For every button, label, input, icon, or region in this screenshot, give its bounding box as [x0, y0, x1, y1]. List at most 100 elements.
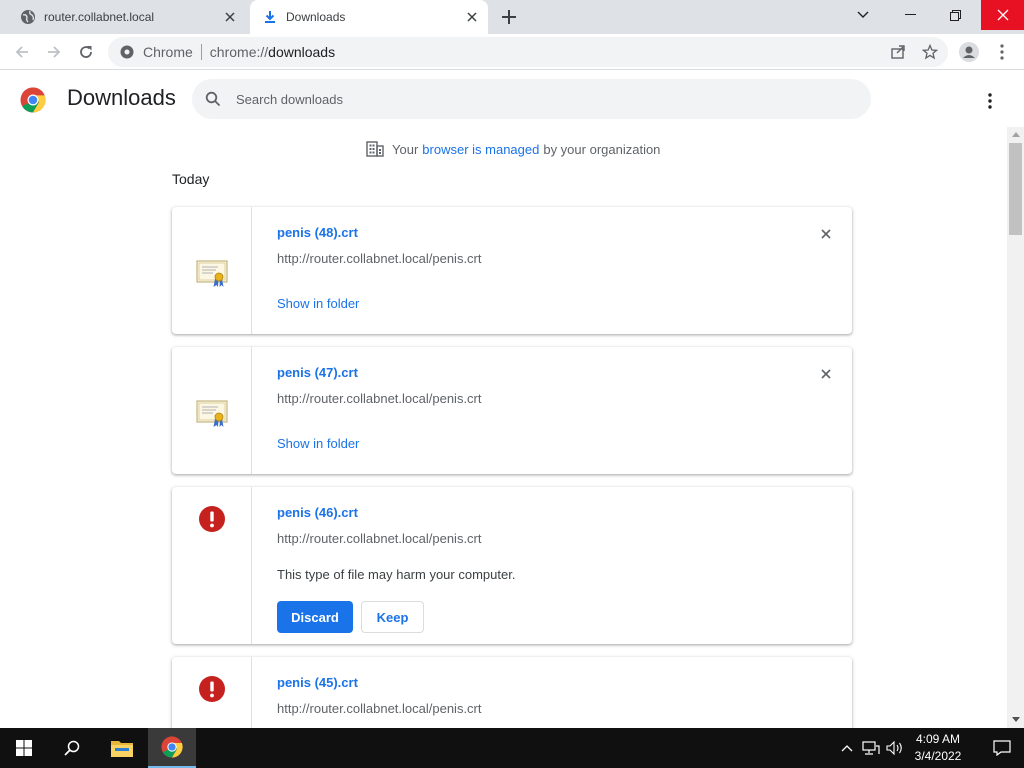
download-item: penis (47).crt http://router.collabnet.l… [172, 347, 852, 474]
network-button[interactable] [860, 728, 882, 768]
download-item-dangerous: penis (46).crt http://router.collabnet.l… [172, 487, 852, 644]
profile-button[interactable] [957, 40, 981, 64]
share-button[interactable] [887, 40, 909, 64]
close-tab-icon[interactable] [220, 7, 240, 27]
scrollbar[interactable] [1007, 127, 1024, 728]
new-tab-button[interactable] [497, 5, 521, 29]
show-in-folder-link[interactable]: Show in folder [277, 296, 359, 311]
clock-time: 4:09 AM [915, 732, 961, 746]
discard-button[interactable]: Discard [277, 601, 353, 633]
scroll-thumb[interactable] [1009, 143, 1022, 235]
arrow-left-icon [15, 46, 28, 58]
network-icon [862, 741, 880, 755]
chrome-page-icon [119, 44, 135, 60]
chrome-menu-button[interactable] [990, 40, 1014, 64]
arrow-right-icon [48, 46, 61, 58]
bookmark-button[interactable] [919, 40, 941, 64]
file-name-link[interactable]: penis (48).crt [277, 225, 358, 240]
reload-icon [80, 46, 92, 58]
chevron-down-icon [857, 11, 869, 18]
download-icon [262, 9, 278, 25]
more-vert-icon [988, 93, 992, 109]
minimize-button[interactable] [893, 0, 927, 30]
show-in-folder-link[interactable]: Show in folder [277, 436, 359, 451]
minimize-icon [904, 14, 916, 15]
chrome-taskbar-button[interactable] [148, 728, 196, 768]
downloads-header: Downloads [0, 71, 1024, 127]
certificate-file-icon [196, 260, 227, 287]
close-icon [821, 229, 831, 239]
keep-button[interactable]: Keep [361, 601, 424, 633]
tab-title: router.collabnet.local [44, 10, 155, 24]
warning-icon [198, 506, 225, 532]
windows-taskbar: 4:09 AM 3/4/2022 [0, 728, 1024, 768]
close-icon [997, 9, 1008, 21]
file-name-link[interactable]: penis (45).crt [277, 675, 358, 690]
file-explorer-button[interactable] [98, 728, 146, 768]
volume-button[interactable] [884, 728, 906, 768]
managed-suffix: by your organization [543, 141, 661, 157]
speaker-icon [886, 741, 902, 755]
managed-link[interactable]: browser is managed [422, 142, 539, 157]
building-icon [366, 140, 384, 158]
file-url: http://router.collabnet.local/penis.crt [277, 251, 482, 266]
file-name-link[interactable]: penis (47).crt [277, 365, 358, 380]
date-header: Today [172, 171, 210, 187]
globe-icon [20, 9, 36, 25]
search-icon [204, 90, 222, 108]
url-text: chrome://downloads [209, 44, 336, 60]
file-name-link[interactable]: penis (46).crt [277, 505, 358, 520]
tab-strip: router.collabnet.local Downloads [0, 0, 1024, 34]
chrome-logo-icon [20, 87, 46, 113]
managed-prefix: Your [392, 141, 419, 157]
reload-button[interactable] [74, 40, 98, 64]
start-button[interactable] [0, 728, 48, 768]
page-title: Downloads [67, 85, 176, 110]
avatar-icon [959, 42, 979, 62]
windows-logo-icon [16, 740, 32, 756]
warning-icon [198, 676, 225, 702]
close-window-button[interactable] [981, 0, 1024, 30]
notification-icon [993, 740, 1011, 756]
tab-downloads[interactable]: Downloads [250, 0, 488, 34]
certificate-file-icon [196, 400, 227, 427]
show-hidden-icons-button[interactable] [838, 728, 856, 768]
scroll-down-arrow[interactable] [1007, 712, 1024, 726]
close-tab-icon[interactable] [462, 7, 482, 27]
search-input[interactable] [236, 91, 836, 107]
share-icon [891, 45, 905, 59]
file-url: http://router.collabnet.local/penis.crt [277, 391, 482, 406]
scheme-label: Chrome [143, 44, 193, 60]
remove-item-button[interactable] [816, 224, 836, 244]
scroll-up-arrow[interactable] [1007, 127, 1024, 141]
back-button[interactable] [10, 40, 34, 64]
chevron-up-icon [841, 745, 853, 752]
chrome-logo-icon [161, 736, 183, 758]
plus-icon [502, 10, 516, 24]
tab-router[interactable]: router.collabnet.local [8, 0, 246, 34]
managed-notice: Your browser is managed by your organiza… [366, 139, 660, 159]
star-icon [922, 44, 938, 60]
system-clock[interactable]: 4:09 AM 3/4/2022 [904, 731, 972, 765]
clock-date: 3/4/2022 [914, 749, 962, 763]
tab-title: Downloads [286, 10, 346, 24]
search-box[interactable] [192, 79, 871, 119]
restore-icon [949, 9, 961, 21]
close-icon [821, 369, 831, 379]
divider [200, 44, 202, 60]
forward-button[interactable] [42, 40, 66, 64]
search-icon [64, 740, 80, 756]
browser-toolbar: Chrome chrome://downloads [0, 34, 1024, 70]
danger-warning-text: This type of file may harm your computer… [277, 567, 516, 582]
downloads-menu-button[interactable] [978, 89, 1002, 113]
more-vert-icon [1000, 44, 1004, 60]
folder-icon [111, 741, 133, 757]
tab-search-button[interactable] [848, 0, 878, 30]
address-bar[interactable]: Chrome chrome://downloads [108, 37, 948, 67]
action-center-button[interactable] [980, 728, 1024, 768]
taskbar-search-button[interactable] [48, 728, 96, 768]
remove-item-button[interactable] [816, 364, 836, 384]
download-item: penis (48).crt http://router.collabnet.l… [172, 207, 852, 334]
restore-button[interactable] [938, 0, 972, 30]
file-url: http://router.collabnet.local/penis.crt [277, 701, 482, 716]
